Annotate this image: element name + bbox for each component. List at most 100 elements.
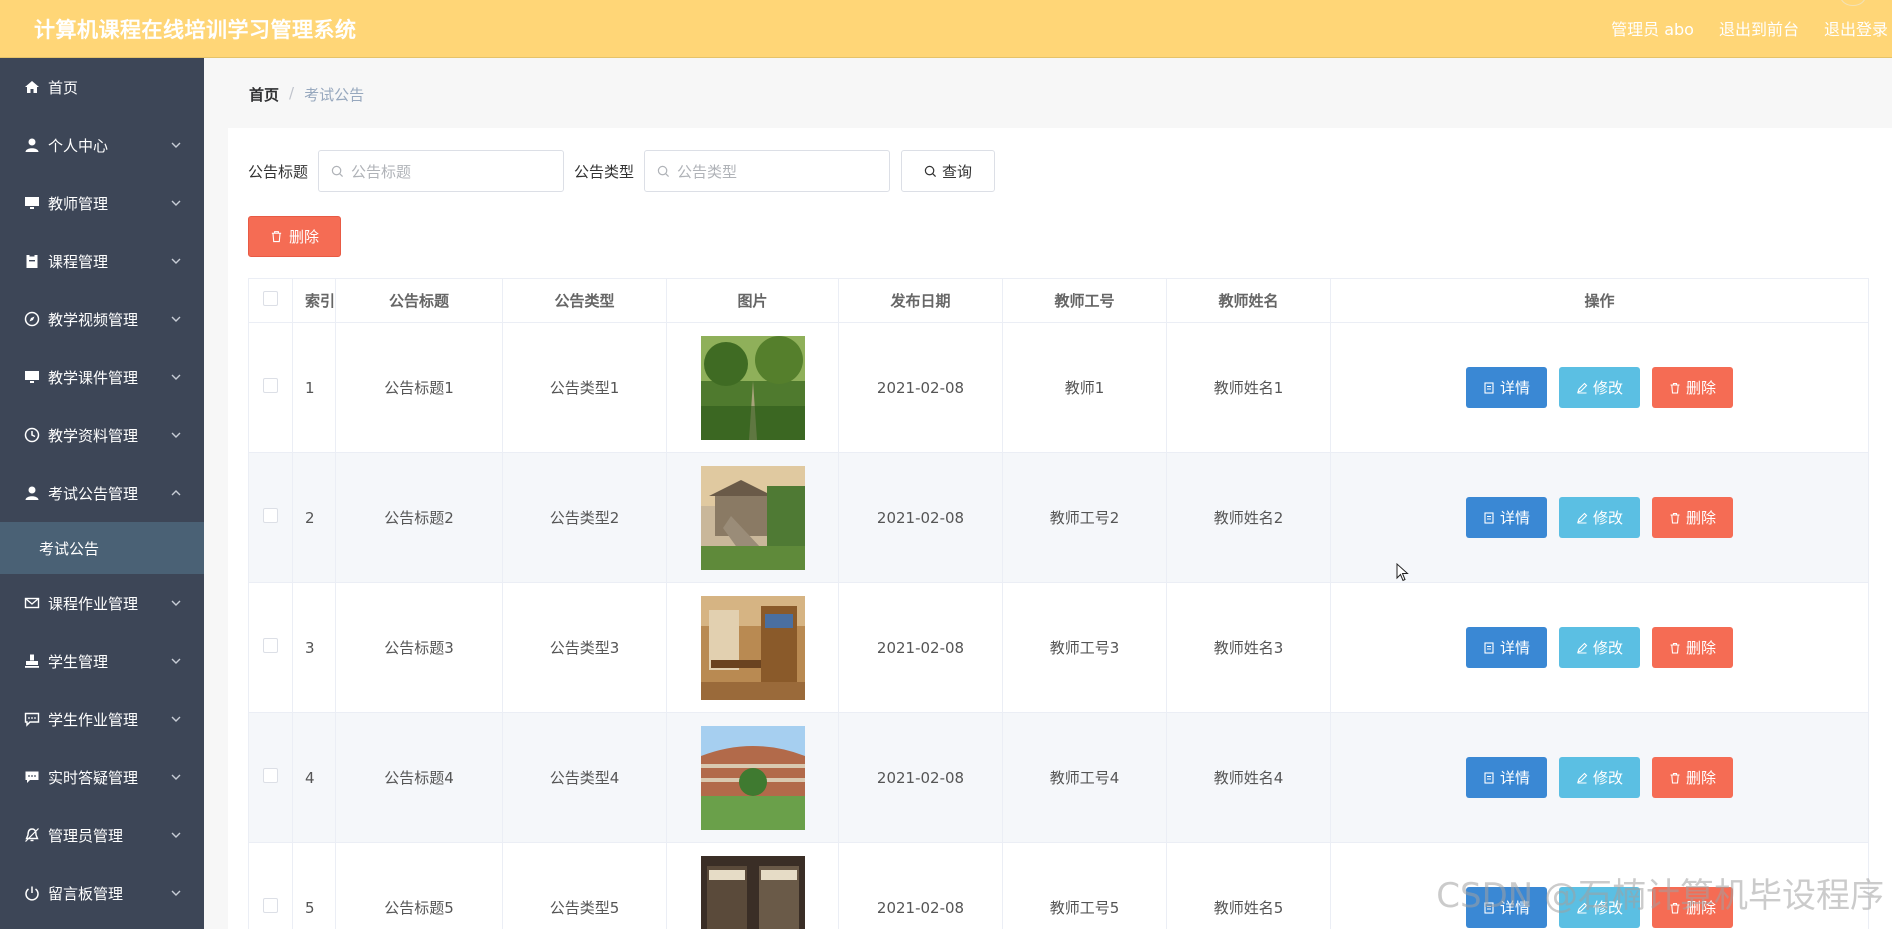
sidebar-item-students[interactable]: 学生管理 bbox=[0, 632, 204, 690]
delete-button[interactable]: 删除 bbox=[1652, 367, 1733, 408]
cell-type: 公告类型1 bbox=[502, 322, 667, 453]
table-header-row: 索引 公告标题 公告类型 图片 发布日期 教师工号 教师姓名 操作 bbox=[248, 278, 1869, 323]
type-search-placeholder: 公告类型 bbox=[677, 162, 738, 181]
sidebar-item-student-homework[interactable]: 学生作业管理 bbox=[0, 690, 204, 748]
sidebar-item-coursewares[interactable]: 教学课件管理 bbox=[0, 348, 204, 406]
compass-icon bbox=[23, 311, 40, 328]
cell-date: 2021-02-08 bbox=[838, 452, 1003, 583]
notice-image[interactable] bbox=[700, 725, 805, 830]
pencil-icon bbox=[1577, 382, 1588, 394]
detail-button[interactable]: 详情 bbox=[1466, 757, 1547, 798]
edit-button[interactable]: 修改 bbox=[1559, 367, 1640, 408]
trash-icon bbox=[1670, 772, 1680, 784]
clock-icon bbox=[23, 427, 40, 444]
sidebar-item-label: 教学资料管理 bbox=[48, 426, 139, 445]
column-header-actions: 操作 bbox=[1330, 278, 1869, 323]
column-header-date: 发布日期 bbox=[838, 278, 1003, 323]
query-button[interactable]: 查询 bbox=[901, 150, 996, 192]
sidebar-subitem-exam-notice[interactable]: 考试公告 bbox=[0, 522, 204, 574]
chevron-down-icon bbox=[171, 258, 181, 264]
app-title: 计算机课程在线培训学习管理系统 bbox=[34, 18, 357, 42]
row-select-cell bbox=[248, 582, 293, 713]
sidebar-item-materials[interactable]: 教学资料管理 bbox=[0, 406, 204, 464]
pencil-icon bbox=[1577, 772, 1588, 784]
delete-button[interactable]: 删除 bbox=[1652, 497, 1733, 538]
sidebar: 首页 个人中心 教师管理 课程管理 教学视频管理 教学课件管理 教学资料管理 考… bbox=[0, 58, 204, 929]
row-checkbox[interactable] bbox=[263, 898, 278, 913]
notice-image[interactable] bbox=[700, 595, 805, 700]
notice-image[interactable] bbox=[700, 465, 805, 570]
cell-teacher-name: 教师姓名3 bbox=[1166, 582, 1331, 713]
type-search-label: 公告类型 bbox=[574, 162, 635, 181]
logout-link[interactable]: 退出登录 bbox=[1824, 16, 1888, 40]
cell-actions: 详情 修改 删除 bbox=[1330, 582, 1869, 713]
exit-to-front-link[interactable]: 退出到前台 bbox=[1719, 16, 1799, 40]
row-select-cell bbox=[248, 842, 293, 929]
row-checkbox[interactable] bbox=[263, 378, 278, 393]
select-all-cell bbox=[248, 278, 293, 323]
sidebar-item-home[interactable]: 首页 bbox=[0, 58, 204, 116]
header-corner-decoration bbox=[1840, 0, 1866, 6]
watermark: CSDN @石楠计算机毕设程序 bbox=[1436, 876, 1884, 916]
sidebar-item-exam-notices[interactable]: 考试公告管理 bbox=[0, 464, 204, 522]
power-icon bbox=[23, 885, 40, 902]
mail-icon bbox=[23, 595, 40, 612]
title-search-placeholder: 公告标题 bbox=[351, 162, 412, 181]
type-search-input[interactable]: 公告类型 bbox=[644, 150, 891, 192]
document-icon bbox=[1484, 381, 1494, 394]
cell-index: 3 bbox=[292, 582, 336, 713]
detail-label: 详情 bbox=[1499, 509, 1530, 527]
row-checkbox[interactable] bbox=[263, 638, 278, 653]
home-icon bbox=[23, 79, 40, 96]
detail-label: 详情 bbox=[1499, 769, 1530, 787]
detail-button[interactable]: 详情 bbox=[1466, 627, 1547, 668]
clipboard-icon bbox=[23, 253, 40, 270]
notice-image[interactable] bbox=[700, 335, 805, 440]
delete-label: 删除 bbox=[1685, 769, 1716, 787]
edit-button[interactable]: 修改 bbox=[1559, 497, 1640, 538]
breadcrumb: 首页 / 考试公告 bbox=[249, 84, 364, 105]
document-icon bbox=[1484, 771, 1494, 784]
sidebar-item-qa[interactable]: 实时答疑管理 bbox=[0, 748, 204, 806]
sidebar-item-homework[interactable]: 课程作业管理 bbox=[0, 574, 204, 632]
sidebar-item-teachers[interactable]: 教师管理 bbox=[0, 174, 204, 232]
row-checkbox[interactable] bbox=[263, 508, 278, 523]
sidebar-item-videos[interactable]: 教学视频管理 bbox=[0, 290, 204, 348]
sidebar-item-personal[interactable]: 个人中心 bbox=[0, 116, 204, 174]
trash-icon bbox=[1670, 642, 1680, 654]
batch-delete-button[interactable]: 删除 bbox=[248, 216, 341, 257]
main-content: 首页 / 考试公告 公告标题 公告标题 公告类型 公告类型 查询 删除 索引 公… bbox=[204, 58, 1892, 929]
chevron-down-icon bbox=[171, 716, 181, 722]
column-header-teacher-name: 教师姓名 bbox=[1166, 278, 1331, 323]
row-checkbox[interactable] bbox=[263, 768, 278, 783]
cell-type: 公告类型4 bbox=[502, 712, 667, 843]
cell-teacher-name: 教师姓名5 bbox=[1166, 842, 1331, 929]
sidebar-item-admins[interactable]: 管理员管理 bbox=[0, 806, 204, 864]
row-select-cell bbox=[248, 712, 293, 843]
detail-button[interactable]: 详情 bbox=[1466, 367, 1547, 408]
chat-icon bbox=[23, 711, 40, 728]
breadcrumb-home[interactable]: 首页 bbox=[249, 84, 279, 105]
notice-image[interactable] bbox=[700, 855, 805, 929]
sidebar-item-label: 个人中心 bbox=[48, 136, 109, 155]
sidebar-item-courses[interactable]: 课程管理 bbox=[0, 232, 204, 290]
search-icon bbox=[331, 165, 344, 177]
search-bar: 公告标题 公告标题 公告类型 公告类型 查询 bbox=[248, 150, 996, 192]
delete-button[interactable]: 删除 bbox=[1652, 757, 1733, 798]
cell-index: 2 bbox=[292, 452, 336, 583]
delete-button[interactable]: 删除 bbox=[1652, 627, 1733, 668]
sidebar-item-label: 实时答疑管理 bbox=[48, 768, 139, 787]
detail-button[interactable]: 详情 bbox=[1466, 497, 1547, 538]
monitor-icon bbox=[23, 195, 40, 212]
edit-button[interactable]: 修改 bbox=[1559, 627, 1640, 668]
cell-title: 公告标题2 bbox=[335, 452, 503, 583]
delete-label: 删除 bbox=[1685, 509, 1716, 527]
cell-type: 公告类型2 bbox=[502, 452, 667, 583]
select-all-checkbox[interactable] bbox=[263, 291, 278, 306]
cell-teacher-id: 教师1 bbox=[1002, 322, 1167, 453]
sidebar-item-messages[interactable]: 留言板管理 bbox=[0, 864, 204, 922]
chevron-down-icon bbox=[171, 890, 181, 896]
title-search-input[interactable]: 公告标题 bbox=[318, 150, 565, 192]
search-icon bbox=[657, 165, 670, 177]
edit-button[interactable]: 修改 bbox=[1559, 757, 1640, 798]
